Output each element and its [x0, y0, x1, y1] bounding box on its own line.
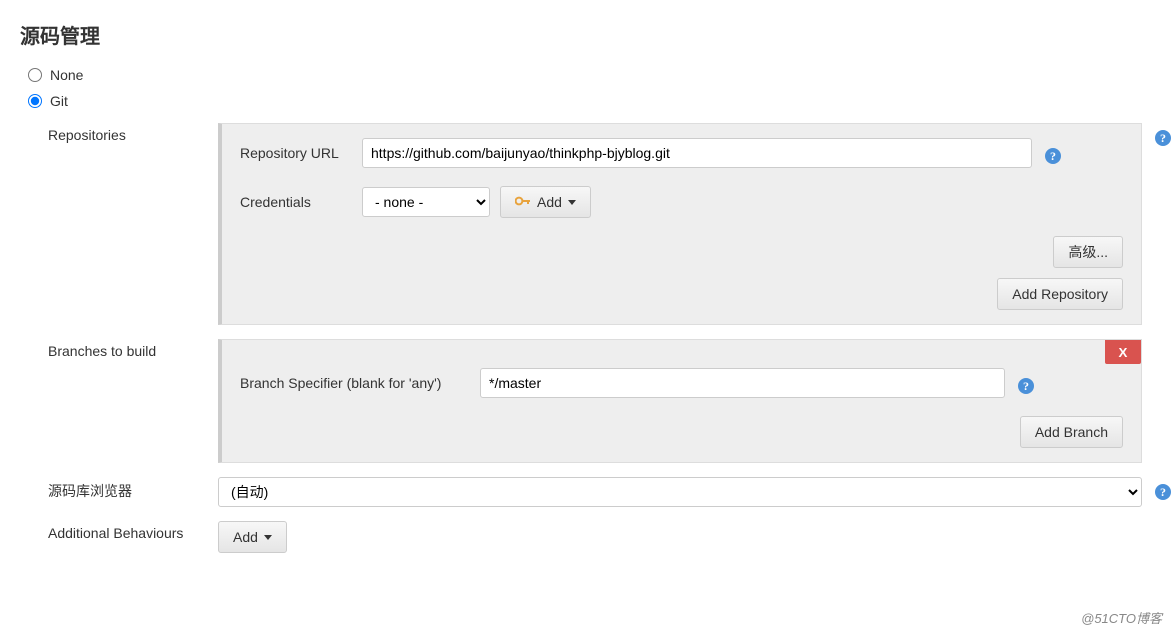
svg-text:?: ?: [1050, 149, 1056, 163]
help-icon[interactable]: ?: [1154, 483, 1172, 501]
svg-text:?: ?: [1023, 379, 1029, 393]
repo-browser-label: 源码库浏览器: [48, 477, 218, 501]
branches-box: X Branch Specifier (blank for 'any') ? A…: [218, 339, 1142, 463]
scm-git-radio[interactable]: [28, 94, 42, 108]
scm-git-row[interactable]: Git: [28, 93, 1172, 109]
add-behaviour-button[interactable]: Add: [218, 521, 287, 553]
svg-text:?: ?: [1160, 131, 1166, 145]
add-behaviour-label: Add: [233, 529, 258, 545]
credentials-label: Credentials: [240, 194, 362, 210]
section-title: 源码管理: [20, 20, 1172, 49]
branches-label: Branches to build: [48, 339, 218, 359]
scm-none-label: None: [50, 67, 83, 83]
credentials-select[interactable]: - none -: [362, 187, 490, 217]
behaviours-row: Additional Behaviours Add: [48, 521, 1172, 553]
svg-text:?: ?: [1160, 485, 1166, 499]
scm-git-label: Git: [50, 93, 68, 109]
key-icon: [515, 194, 531, 211]
delete-branch-button[interactable]: X: [1105, 340, 1141, 364]
footer-brand: @51CTO博客: [1081, 608, 1162, 627]
add-credentials-label: Add: [537, 194, 562, 210]
caret-down-icon: [568, 200, 576, 205]
repo-url-input[interactable]: [362, 138, 1032, 168]
advanced-button[interactable]: 高级...: [1053, 236, 1123, 268]
repo-browser-select[interactable]: (自动): [218, 477, 1142, 507]
branch-specifier-input[interactable]: [480, 368, 1005, 398]
repo-url-label: Repository URL: [240, 145, 362, 161]
caret-down-icon: [264, 535, 272, 540]
behaviours-label: Additional Behaviours: [48, 521, 218, 541]
help-icon[interactable]: ?: [1044, 147, 1062, 165]
scm-none-row[interactable]: None: [28, 67, 1172, 83]
branches-row: Branches to build X Branch Specifier (bl…: [48, 339, 1172, 463]
repositories-label: Repositories: [48, 123, 218, 143]
help-icon[interactable]: ?: [1017, 377, 1035, 395]
add-credentials-button[interactable]: Add: [500, 186, 591, 218]
branch-specifier-label: Branch Specifier (blank for 'any'): [240, 375, 480, 391]
repositories-box: Repository URL ? Credentials - none -: [218, 123, 1142, 325]
add-branch-button[interactable]: Add Branch: [1020, 416, 1123, 448]
add-repository-button[interactable]: Add Repository: [997, 278, 1123, 310]
repo-browser-row: 源码库浏览器 (自动) ?: [48, 477, 1172, 507]
scm-none-radio[interactable]: [28, 68, 42, 82]
repositories-row: Repositories Repository URL ? Credential…: [48, 123, 1172, 325]
help-icon[interactable]: ?: [1154, 129, 1172, 147]
